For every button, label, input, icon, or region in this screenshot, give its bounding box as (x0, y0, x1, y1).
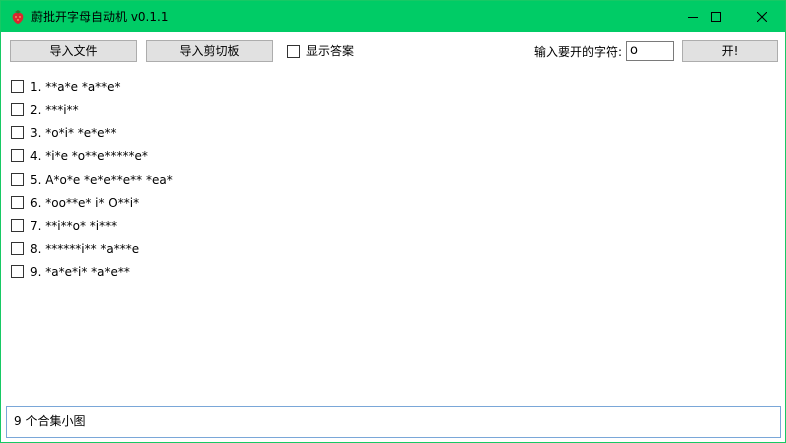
item-label: 1. **a*e *a**e* (30, 80, 121, 94)
item-label: 2. ***i** (30, 103, 79, 117)
show-answers-checkbox[interactable] (287, 45, 300, 58)
status-text: 9 个合集小图 (14, 414, 86, 428)
close-icon (757, 11, 767, 22)
item-label: 4. *i*e *o**e*****e* (30, 149, 148, 163)
item-checkbox[interactable] (11, 219, 24, 232)
item-checkbox[interactable] (11, 80, 24, 93)
item-label: 8. ******i** *a***e (30, 242, 140, 256)
item-checkbox[interactable] (11, 149, 24, 162)
item-label: 3. *o*i* *e*e** (30, 126, 117, 140)
char-input-label: 输入要开的字符: (534, 45, 623, 59)
item-label: 6. *oo**e* i* O**i* (30, 196, 140, 210)
close-button[interactable] (739, 1, 785, 32)
status-box: 9 个合集小图 (6, 406, 781, 438)
item-checkbox[interactable] (11, 103, 24, 116)
show-answers-label: 显示答案 (306, 44, 355, 58)
app-window: 蔚批开字母自动机 v0.1.1 导入文件 导入剪切板 显示答案 输入要开的字符:… (0, 0, 786, 443)
char-input[interactable]: o (626, 41, 674, 61)
item-checkbox[interactable] (11, 126, 24, 139)
title-bar[interactable]: 蔚批开字母自动机 v0.1.1 (1, 1, 785, 32)
item-checkbox[interactable] (11, 242, 24, 255)
strawberry-icon (12, 10, 24, 24)
import-clipboard-button[interactable]: 导入剪切板 (146, 40, 273, 62)
window-title: 蔚批开字母自动机 v0.1.1 (31, 10, 169, 24)
maximize-button[interactable] (693, 1, 739, 32)
maximize-icon (711, 11, 721, 22)
item-label: 7. **i**o* *i*** (30, 219, 118, 233)
item-label: 9. *a*e*i* *a*e** (30, 265, 130, 279)
item-checkbox[interactable] (11, 196, 24, 209)
item-label: 5. A*o*e *e*e**e** *ea* (30, 173, 173, 187)
item-checkbox[interactable] (11, 265, 24, 278)
item-checkbox[interactable] (11, 173, 24, 186)
import-file-button[interactable]: 导入文件 (10, 40, 137, 62)
open-button[interactable]: 开! (682, 40, 778, 62)
